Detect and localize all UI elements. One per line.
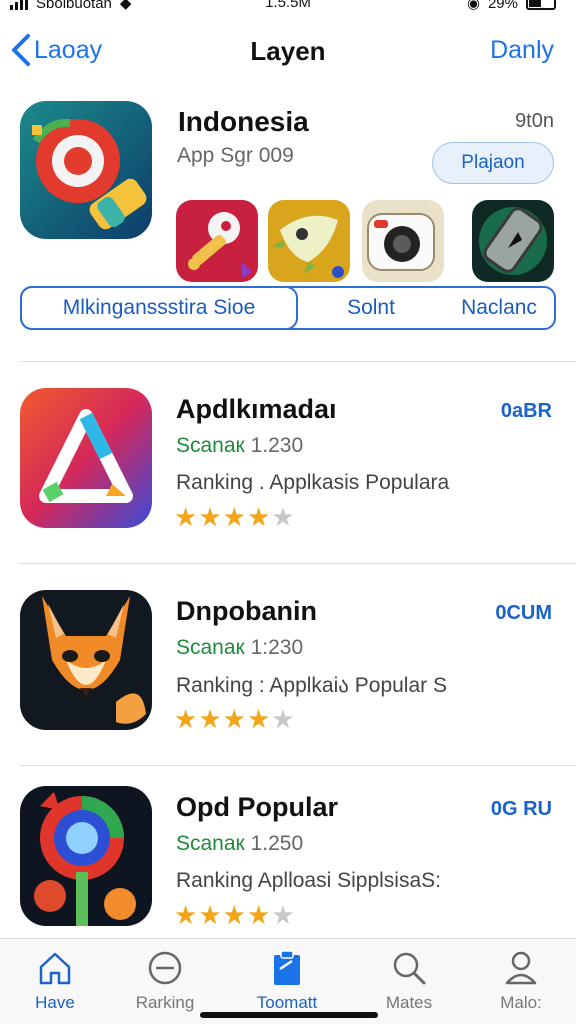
featured-get-button[interactable]: Plajaon xyxy=(432,142,554,184)
star-rating: ★ ★ ★ ★ ★ xyxy=(174,504,295,530)
star-rating: ★ ★ ★ ★ ★ xyxy=(174,902,295,928)
nav-right-button[interactable]: Danly xyxy=(490,36,554,65)
app-description: Ranking : Applkaiა Popular S xyxy=(176,674,447,697)
star-icon: ★ xyxy=(174,502,198,532)
rating-value: 1.230 xyxy=(250,434,304,457)
segment-item-2[interactable]: Solnt xyxy=(298,288,444,328)
app-row[interactable]: Apdlkımadaı Scanaк 1.230 Ranking . Applk… xyxy=(0,388,576,548)
tab-label: Mates xyxy=(385,993,433,1012)
camera-app-icon[interactable] xyxy=(362,200,444,282)
star-icon: ★ xyxy=(222,502,246,532)
bird-app-icon[interactable] xyxy=(268,200,350,282)
battery-percent: 29% xyxy=(487,0,518,12)
tab-label: Malo: xyxy=(500,993,542,1012)
star-icon: ★ xyxy=(174,900,198,930)
tab-label: Rarking xyxy=(135,993,195,1012)
fox-app-icon xyxy=(20,590,152,730)
featured-app: Indonesia App Sgr 009 9t0n Plajaon Mlkin… xyxy=(0,96,576,341)
home-indicator[interactable] xyxy=(200,1012,378,1018)
star-rating: ★ ★ ★ ★ ★ xyxy=(174,706,295,732)
app-row[interactable]: Dnpobanin Scanaк 1:230 Ranking : Applkai… xyxy=(0,590,576,750)
star-icon: ★ xyxy=(246,900,271,930)
segment-item-3[interactable]: Naclanc xyxy=(444,288,554,328)
star-empty-icon: ★ xyxy=(271,502,295,532)
app-description: Ranking Aplloasi SipplsisaS: xyxy=(176,869,441,892)
star-icon: ★ xyxy=(198,502,222,532)
featured-app-name: Indonesia xyxy=(178,106,309,137)
featured-app-subtitle: App Sgr 009 xyxy=(177,144,294,167)
tab-label: Toomatt xyxy=(256,993,318,1012)
divider xyxy=(20,765,576,766)
star-empty-icon: ★ xyxy=(271,900,295,930)
phone-app-icon[interactable] xyxy=(472,200,554,282)
app-rating: Scanaк 1.250 xyxy=(176,832,303,856)
star-empty-icon: ★ xyxy=(271,704,295,734)
thumbnail-strip xyxy=(176,200,556,284)
star-icon: ★ xyxy=(222,704,246,734)
app-row[interactable]: Opd Popular Scanaк 1.250 Ranking Aplloas… xyxy=(0,786,576,946)
divider xyxy=(20,563,576,564)
battery-icon xyxy=(526,0,556,10)
app-name: Opd Popular xyxy=(176,792,338,822)
get-button[interactable]: 0CUM xyxy=(495,602,552,625)
star-icon: ★ xyxy=(222,900,246,930)
star-icon: ★ xyxy=(246,704,271,734)
clipboard-icon xyxy=(274,950,300,985)
featured-app-size: 9t0n xyxy=(515,110,554,132)
pin-app-icon[interactable] xyxy=(176,200,258,282)
app-rating: Scanaк 1:230 xyxy=(176,636,303,660)
status-right: ◉ 29% xyxy=(467,0,556,12)
navigation-bar: Laoay Layen Danly xyxy=(0,26,576,76)
star-icon: ★ xyxy=(198,704,222,734)
home-icon xyxy=(39,952,71,985)
app-name: Dnpobanin xyxy=(176,596,317,626)
location-icon: ◉ xyxy=(466,0,480,12)
rating-value: 1:230 xyxy=(250,636,304,659)
person-icon xyxy=(505,951,537,985)
tab-profile[interactable]: Malo: xyxy=(466,949,576,1013)
divider xyxy=(20,361,576,362)
rating-label: Scanaк xyxy=(176,434,245,457)
search-icon xyxy=(393,952,426,985)
star-icon: ★ xyxy=(198,900,222,930)
orb-app-icon xyxy=(20,786,152,926)
get-button[interactable]: 0aBR xyxy=(501,400,552,423)
get-button[interactable]: 0G RU xyxy=(491,798,552,821)
tab-search[interactable]: Mates xyxy=(354,949,464,1013)
star-icon: ★ xyxy=(174,704,198,734)
minus-circle-icon xyxy=(148,951,182,985)
tab-ranking[interactable]: Rarking xyxy=(110,949,220,1013)
app-name: Apdlkımadaı xyxy=(176,394,337,424)
rating-label: Scanaк xyxy=(176,832,245,855)
browser-app-icon[interactable] xyxy=(20,101,152,239)
tab-today[interactable]: Toomatt xyxy=(232,949,342,1013)
tab-label: Have xyxy=(35,993,75,1012)
rating-value: 1.250 xyxy=(250,832,304,855)
app-rating: Scanaк 1.230 xyxy=(176,434,303,458)
app-description: Ranking . Applkasis Populara xyxy=(176,471,450,494)
segment-item-1[interactable]: Mlkinganssstira Sioe xyxy=(20,286,298,330)
triangle-app-icon xyxy=(20,388,152,528)
segment-control: Mlkinganssstira Sioe Solnt Naclanc xyxy=(20,286,556,330)
tab-home[interactable]: Have xyxy=(0,949,110,1013)
star-icon: ★ xyxy=(246,502,271,532)
status-bar: Sbolbuotan ◆ 1.5.5M ◉ 29% xyxy=(0,0,576,14)
rating-label: Scanaк xyxy=(176,636,245,659)
